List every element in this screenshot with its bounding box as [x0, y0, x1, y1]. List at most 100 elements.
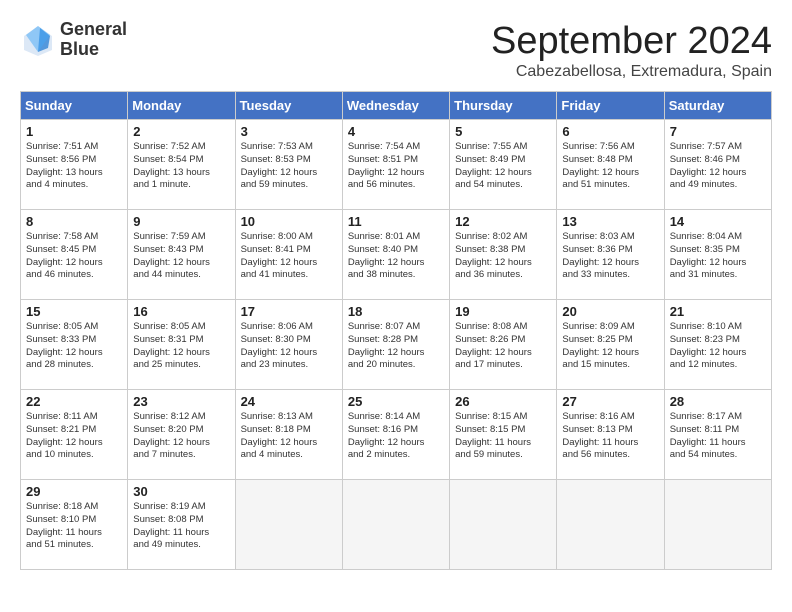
calendar-cell: 22 Sunrise: 8:11 AMSunset: 8:21 PMDayligh…: [21, 390, 128, 480]
calendar-cell: 3 Sunrise: 7:53 AMSunset: 8:53 PMDaylight…: [235, 120, 342, 210]
day-number: 30: [133, 484, 229, 499]
cell-text: Sunrise: 8:00 AMSunset: 8:41 PMDaylight:…: [241, 231, 337, 282]
cell-text: Sunrise: 8:05 AMSunset: 8:33 PMDaylight:…: [26, 321, 122, 372]
calendar-table: SundayMondayTuesdayWednesdayThursdayFrid…: [20, 91, 772, 570]
day-number: 28: [670, 394, 766, 409]
day-number: 26: [455, 394, 551, 409]
calendar-cell: 24 Sunrise: 8:13 AMSunset: 8:18 PMDayligh…: [235, 390, 342, 480]
calendar-cell: 21Sunrise: 8:10 AMSunset: 8:23 PMDayligh…: [664, 300, 771, 390]
day-number: 3: [241, 124, 337, 139]
cell-text: Sunrise: 8:01 AMSunset: 8:40 PMDaylight:…: [348, 231, 444, 282]
calendar-cell: 1Sunrise: 7:51 AMSunset: 8:56 PMDaylight…: [21, 120, 128, 210]
logo: General Blue: [20, 20, 127, 60]
logo-text-line2: Blue: [60, 40, 127, 60]
calendar-cell: 11Sunrise: 8:01 AMSunset: 8:40 PMDayligh…: [342, 210, 449, 300]
day-of-week-header: Wednesday: [342, 92, 449, 120]
day-of-week-header: Sunday: [21, 92, 128, 120]
cell-text: Sunrise: 7:52 AMSunset: 8:54 PMDaylight:…: [133, 141, 229, 192]
day-of-week-header: Thursday: [450, 92, 557, 120]
day-number: 21: [670, 304, 766, 319]
calendar-cell: 28 Sunrise: 8:17 AMSunset: 8:11 PMDayligh…: [664, 390, 771, 480]
calendar-cell: 5Sunrise: 7:55 AMSunset: 8:49 PMDaylight…: [450, 120, 557, 210]
calendar-week-row: 29 Sunrise: 8:18 AMSunset: 8:10 PMDayligh…: [21, 480, 772, 570]
month-title: September 2024: [491, 20, 772, 63]
cell-text: Sunrise: 8:04 AMSunset: 8:35 PMDaylight:…: [670, 231, 766, 282]
calendar-cell: 23 Sunrise: 8:12 AMSunset: 8:20 PMDayligh…: [128, 390, 235, 480]
cell-text: Sunrise: 7:53 AMSunset: 8:53 PMDaylight:…: [241, 141, 337, 192]
day-number: 18: [348, 304, 444, 319]
calendar-cell: 13 Sunrise: 8:03 AMSunset: 8:36 PMDayligh…: [557, 210, 664, 300]
cell-text: Sunrise: 7:54 AMSunset: 8:51 PMDaylight:…: [348, 141, 444, 192]
day-number: 14: [670, 214, 766, 229]
day-of-week-header: Saturday: [664, 92, 771, 120]
calendar-week-row: 1Sunrise: 7:51 AMSunset: 8:56 PMDaylight…: [21, 120, 772, 210]
day-number: 19: [455, 304, 551, 319]
cell-text: Sunrise: 7:51 AMSunset: 8:56 PMDaylight:…: [26, 141, 122, 192]
calendar-cell: 12 Sunrise: 8:02 AMSunset: 8:38 PMDayligh…: [450, 210, 557, 300]
cell-text: Sunrise: 7:55 AMSunset: 8:49 PMDaylight:…: [455, 141, 551, 192]
cell-text: Sunrise: 8:07 AMSunset: 8:28 PMDaylight:…: [348, 321, 444, 372]
logo-icon: [20, 22, 56, 58]
calendar-cell: 6 Sunrise: 7:56 AMSunset: 8:48 PMDaylight…: [557, 120, 664, 210]
day-number: 15: [26, 304, 122, 319]
day-number: 8: [26, 214, 122, 229]
day-of-week-header: Friday: [557, 92, 664, 120]
day-number: 9: [133, 214, 229, 229]
cell-text: Sunrise: 8:08 AMSunset: 8:26 PMDaylight:…: [455, 321, 551, 372]
cell-text: Sunrise: 8:14 AMSunset: 8:16 PMDaylight:…: [348, 411, 444, 462]
calendar-cell: 4 Sunrise: 7:54 AMSunset: 8:51 PMDaylight…: [342, 120, 449, 210]
calendar-cell: 18 Sunrise: 8:07 AMSunset: 8:28 PMDayligh…: [342, 300, 449, 390]
calendar-header-row: SundayMondayTuesdayWednesdayThursdayFrid…: [21, 92, 772, 120]
cell-text: Sunrise: 8:05 AMSunset: 8:31 PMDaylight:…: [133, 321, 229, 372]
calendar-week-row: 8 Sunrise: 7:58 AMSunset: 8:45 PMDaylight…: [21, 210, 772, 300]
day-number: 7: [670, 124, 766, 139]
calendar-cell: 20Sunrise: 8:09 AMSunset: 8:25 PMDayligh…: [557, 300, 664, 390]
calendar-week-row: 22 Sunrise: 8:11 AMSunset: 8:21 PMDayligh…: [21, 390, 772, 480]
day-number: 29: [26, 484, 122, 499]
cell-text: Sunrise: 8:02 AMSunset: 8:38 PMDaylight:…: [455, 231, 551, 282]
day-of-week-header: Tuesday: [235, 92, 342, 120]
calendar-cell: 2 Sunrise: 7:52 AMSunset: 8:54 PMDaylight…: [128, 120, 235, 210]
title-area: September 2024 Cabezabellosa, Extremadur…: [491, 20, 772, 81]
cell-text: Sunrise: 8:19 AMSunset: 8:08 PMDaylight:…: [133, 501, 229, 552]
cell-text: Sunrise: 8:09 AMSunset: 8:25 PMDaylight:…: [562, 321, 658, 372]
calendar-cell: 19 Sunrise: 8:08 AMSunset: 8:26 PMDayligh…: [450, 300, 557, 390]
calendar-cell: 15 Sunrise: 8:05 AMSunset: 8:33 PMDayligh…: [21, 300, 128, 390]
calendar-cell: 30 Sunrise: 8:19 AMSunset: 8:08 PMDayligh…: [128, 480, 235, 570]
day-number: 27: [562, 394, 658, 409]
logo-text-line1: General: [60, 20, 127, 40]
calendar-week-row: 15 Sunrise: 8:05 AMSunset: 8:33 PMDayligh…: [21, 300, 772, 390]
calendar-cell: 9 Sunrise: 7:59 AMSunset: 8:43 PMDaylight…: [128, 210, 235, 300]
calendar-cell: 26Sunrise: 8:15 AMSunset: 8:15 PMDayligh…: [450, 390, 557, 480]
calendar-cell: 29 Sunrise: 8:18 AMSunset: 8:10 PMDayligh…: [21, 480, 128, 570]
day-number: 17: [241, 304, 337, 319]
cell-text: Sunrise: 8:13 AMSunset: 8:18 PMDaylight:…: [241, 411, 337, 462]
cell-text: Sunrise: 8:18 AMSunset: 8:10 PMDaylight:…: [26, 501, 122, 552]
cell-text: Sunrise: 7:59 AMSunset: 8:43 PMDaylight:…: [133, 231, 229, 282]
day-number: 2: [133, 124, 229, 139]
day-number: 22: [26, 394, 122, 409]
day-number: 12: [455, 214, 551, 229]
cell-text: Sunrise: 8:17 AMSunset: 8:11 PMDaylight:…: [670, 411, 766, 462]
cell-text: Sunrise: 8:12 AMSunset: 8:20 PMDaylight:…: [133, 411, 229, 462]
cell-text: Sunrise: 8:11 AMSunset: 8:21 PMDaylight:…: [26, 411, 122, 462]
cell-text: Sunrise: 7:58 AMSunset: 8:45 PMDaylight:…: [26, 231, 122, 282]
calendar-cell: [235, 480, 342, 570]
calendar-cell: 8 Sunrise: 7:58 AMSunset: 8:45 PMDaylight…: [21, 210, 128, 300]
day-number: 6: [562, 124, 658, 139]
cell-text: Sunrise: 7:56 AMSunset: 8:48 PMDaylight:…: [562, 141, 658, 192]
day-number: 13: [562, 214, 658, 229]
day-number: 23: [133, 394, 229, 409]
day-number: 24: [241, 394, 337, 409]
calendar-cell: [342, 480, 449, 570]
calendar-cell: 27 Sunrise: 8:16 AMSunset: 8:13 PMDayligh…: [557, 390, 664, 480]
cell-text: Sunrise: 8:03 AMSunset: 8:36 PMDaylight:…: [562, 231, 658, 282]
calendar-cell: 16Sunrise: 8:05 AMSunset: 8:31 PMDayligh…: [128, 300, 235, 390]
day-number: 10: [241, 214, 337, 229]
header: General Blue September 2024 Cabezabellos…: [20, 20, 772, 81]
calendar-cell: 17Sunrise: 8:06 AMSunset: 8:30 PMDayligh…: [235, 300, 342, 390]
day-number: 4: [348, 124, 444, 139]
cell-text: Sunrise: 8:16 AMSunset: 8:13 PMDaylight:…: [562, 411, 658, 462]
cell-text: Sunrise: 7:57 AMSunset: 8:46 PMDaylight:…: [670, 141, 766, 192]
calendar-cell: 14 Sunrise: 8:04 AMSunset: 8:35 PMDayligh…: [664, 210, 771, 300]
